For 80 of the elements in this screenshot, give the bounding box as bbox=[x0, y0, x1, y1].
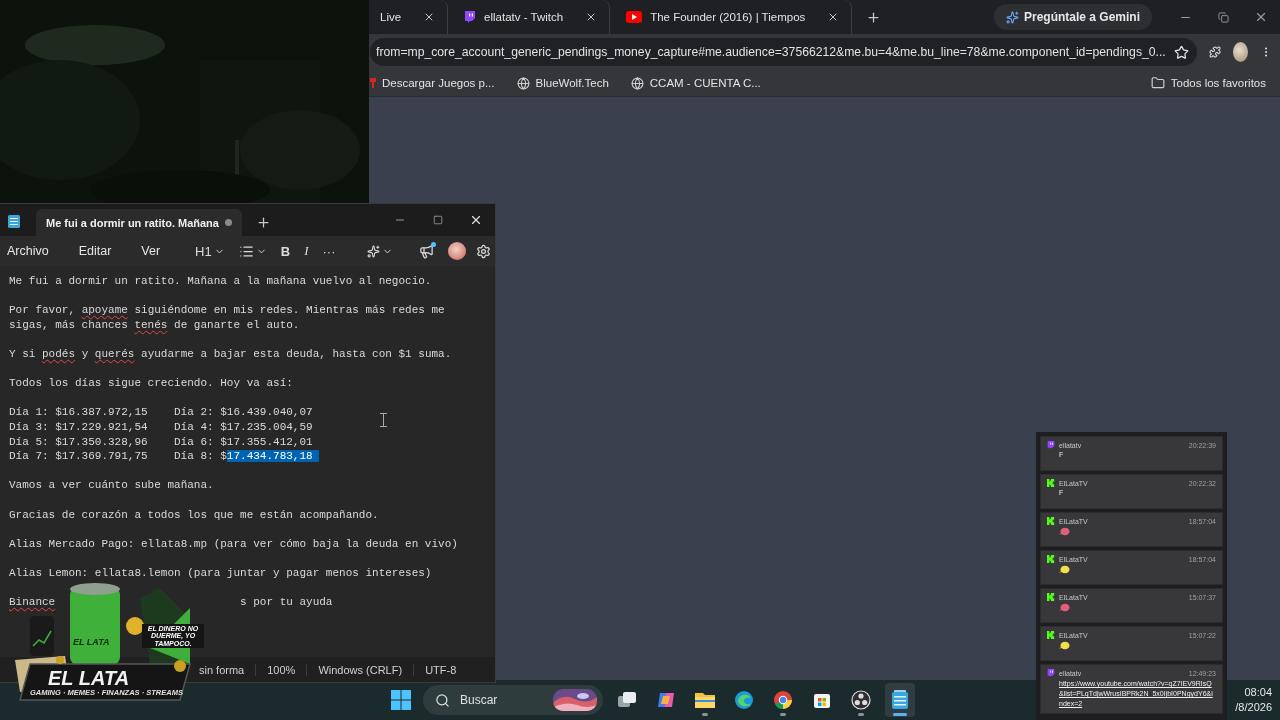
twitch-icon bbox=[464, 11, 477, 23]
note-paragraph: Me fui a dormir un ratito. Mañana a la mañana vuelvo al negocio. bbox=[9, 274, 433, 289]
notepad-icon bbox=[8, 214, 20, 228]
document-tab[interactable]: Me fui a dormir un ratito. Mañana bbox=[36, 209, 242, 236]
day-amount: Día 6: $17.355.412,01 bbox=[174, 434, 314, 450]
note-paragraph: Vamos a ver cuánto sube mañana. bbox=[9, 478, 215, 493]
search-bar[interactable]: Buscar bbox=[423, 685, 603, 715]
address-bar[interactable]: from=mp_core_account_generic_pendings_money_capture#me.audience=37566212&me.bu=4&me.bu_line=78&me.component_id=pendings_0... bbox=[370, 38, 1197, 66]
status-item: UTF-8 bbox=[413, 663, 468, 676]
note-paragraph: Y si podés y querés ayudarme a bajar esta deuda, hasta con $1 suma. bbox=[9, 346, 453, 362]
day-amount: Día 2: $16.439.040,07 bbox=[174, 405, 314, 420]
sparkle-icon bbox=[367, 244, 381, 258]
megaphone-icon bbox=[419, 243, 434, 259]
all-bookmarks[interactable]: Todos los favoritos bbox=[1150, 76, 1266, 90]
task-view-icon bbox=[617, 691, 637, 709]
tab-title: ellatatv - Twitch bbox=[484, 11, 564, 23]
text-cursor-icon bbox=[380, 413, 387, 427]
menu-item[interactable]: Ver bbox=[141, 241, 161, 261]
globe-icon bbox=[516, 76, 530, 90]
day-amount: Día 5: $17.350.328,96 bbox=[9, 434, 149, 450]
obs-icon bbox=[851, 690, 871, 710]
settings-icon[interactable] bbox=[476, 243, 491, 259]
heading-button[interactable]: H1 bbox=[190, 241, 230, 261]
kick-icon bbox=[1047, 631, 1055, 639]
tab-title: Live bbox=[380, 11, 402, 23]
note-paragraph: Alias Lemon: ellata8.lemon (para juntar y pagar menos intereses) bbox=[9, 565, 433, 581]
italic-button[interactable]: I bbox=[299, 241, 314, 261]
note-paragraph: Alias Mercado Pago: ellata8.mp (para ver cómo baja la deuda en vivo) bbox=[9, 536, 459, 552]
kick-icon bbox=[1047, 555, 1055, 563]
list-icon bbox=[238, 243, 254, 259]
bookmark[interactable]: BlueWolf.Tech bbox=[516, 76, 609, 90]
status-item: sin forma bbox=[198, 663, 246, 676]
sparkle-icon bbox=[1005, 10, 1019, 24]
start-button[interactable] bbox=[388, 687, 414, 713]
menu-item[interactable]: Archivo bbox=[7, 241, 49, 261]
copilot-icon bbox=[656, 690, 676, 710]
user-avatar[interactable] bbox=[448, 242, 466, 260]
note-text: s por tu ayuda bbox=[240, 595, 333, 610]
puzzle-icon[interactable] bbox=[1208, 44, 1221, 60]
kick-icon bbox=[1047, 517, 1055, 525]
status-item: 100% bbox=[255, 663, 307, 676]
search-input[interactable]: Buscar bbox=[458, 692, 545, 708]
more-button[interactable]: ··· bbox=[317, 241, 341, 261]
note-paragraph: Gracias de corazón a todos los que me están acompañando. bbox=[9, 507, 380, 523]
globe-icon bbox=[630, 76, 644, 90]
clock-date: /8/2026 bbox=[1235, 700, 1272, 715]
menu-item[interactable]: Editar bbox=[78, 241, 112, 261]
logo-title: EL LATA bbox=[48, 668, 130, 689]
kick-icon bbox=[1047, 593, 1055, 601]
note-paragraph: Por favor, apoyame siguiéndome en mis redes. Mientras más redes me sigas, más chances tenés de ganarte el auto. bbox=[9, 303, 446, 333]
game-icon bbox=[370, 77, 376, 89]
folder-icon bbox=[1150, 76, 1165, 90]
twitch-icon bbox=[1047, 669, 1055, 677]
profile-avatar[interactable] bbox=[1232, 42, 1248, 62]
folder-icon bbox=[694, 691, 716, 709]
note-text: Binance bbox=[9, 595, 56, 610]
chrome-icon bbox=[773, 690, 793, 710]
bold-button[interactable]: B bbox=[275, 241, 296, 261]
tab-title: The Founder (2016) | Tiempos bbox=[650, 11, 806, 23]
edge-icon bbox=[734, 690, 754, 710]
note-paragraph: Todos los días sigue creciendo. Hoy va así: bbox=[9, 376, 294, 391]
bookmark[interactable]: Descargar Juegos p... bbox=[370, 77, 495, 89]
search-icon bbox=[435, 692, 450, 708]
day-amount: Día 8: $17.434.783,18 bbox=[174, 449, 339, 464]
gemini-button[interactable]: Pregúntale a Gemini bbox=[993, 4, 1152, 30]
coin-icon bbox=[126, 617, 144, 635]
day-amount: Día 1: $16.387.972,15 bbox=[9, 405, 149, 420]
day-amount: Día 7: $17.369.791,75 bbox=[9, 449, 149, 464]
taskbar-app[interactable] bbox=[885, 683, 915, 717]
star-icon[interactable] bbox=[1173, 44, 1189, 60]
bookmark[interactable]: CCAM - CUENTA C... bbox=[630, 76, 761, 90]
notepad-icon bbox=[891, 690, 909, 710]
kick-icon bbox=[1047, 479, 1055, 487]
can-label: EL LATA bbox=[73, 638, 110, 648]
day-amount: Día 3: $17.229.921,54 bbox=[9, 419, 149, 435]
day-amount: Día 4: $17.235.004,59 bbox=[174, 419, 314, 435]
status-item: Windows (CRLF) bbox=[306, 663, 414, 676]
clock-time: 08:04 bbox=[1244, 685, 1272, 700]
play-icon bbox=[626, 11, 643, 23]
twitch-icon bbox=[1047, 441, 1055, 449]
